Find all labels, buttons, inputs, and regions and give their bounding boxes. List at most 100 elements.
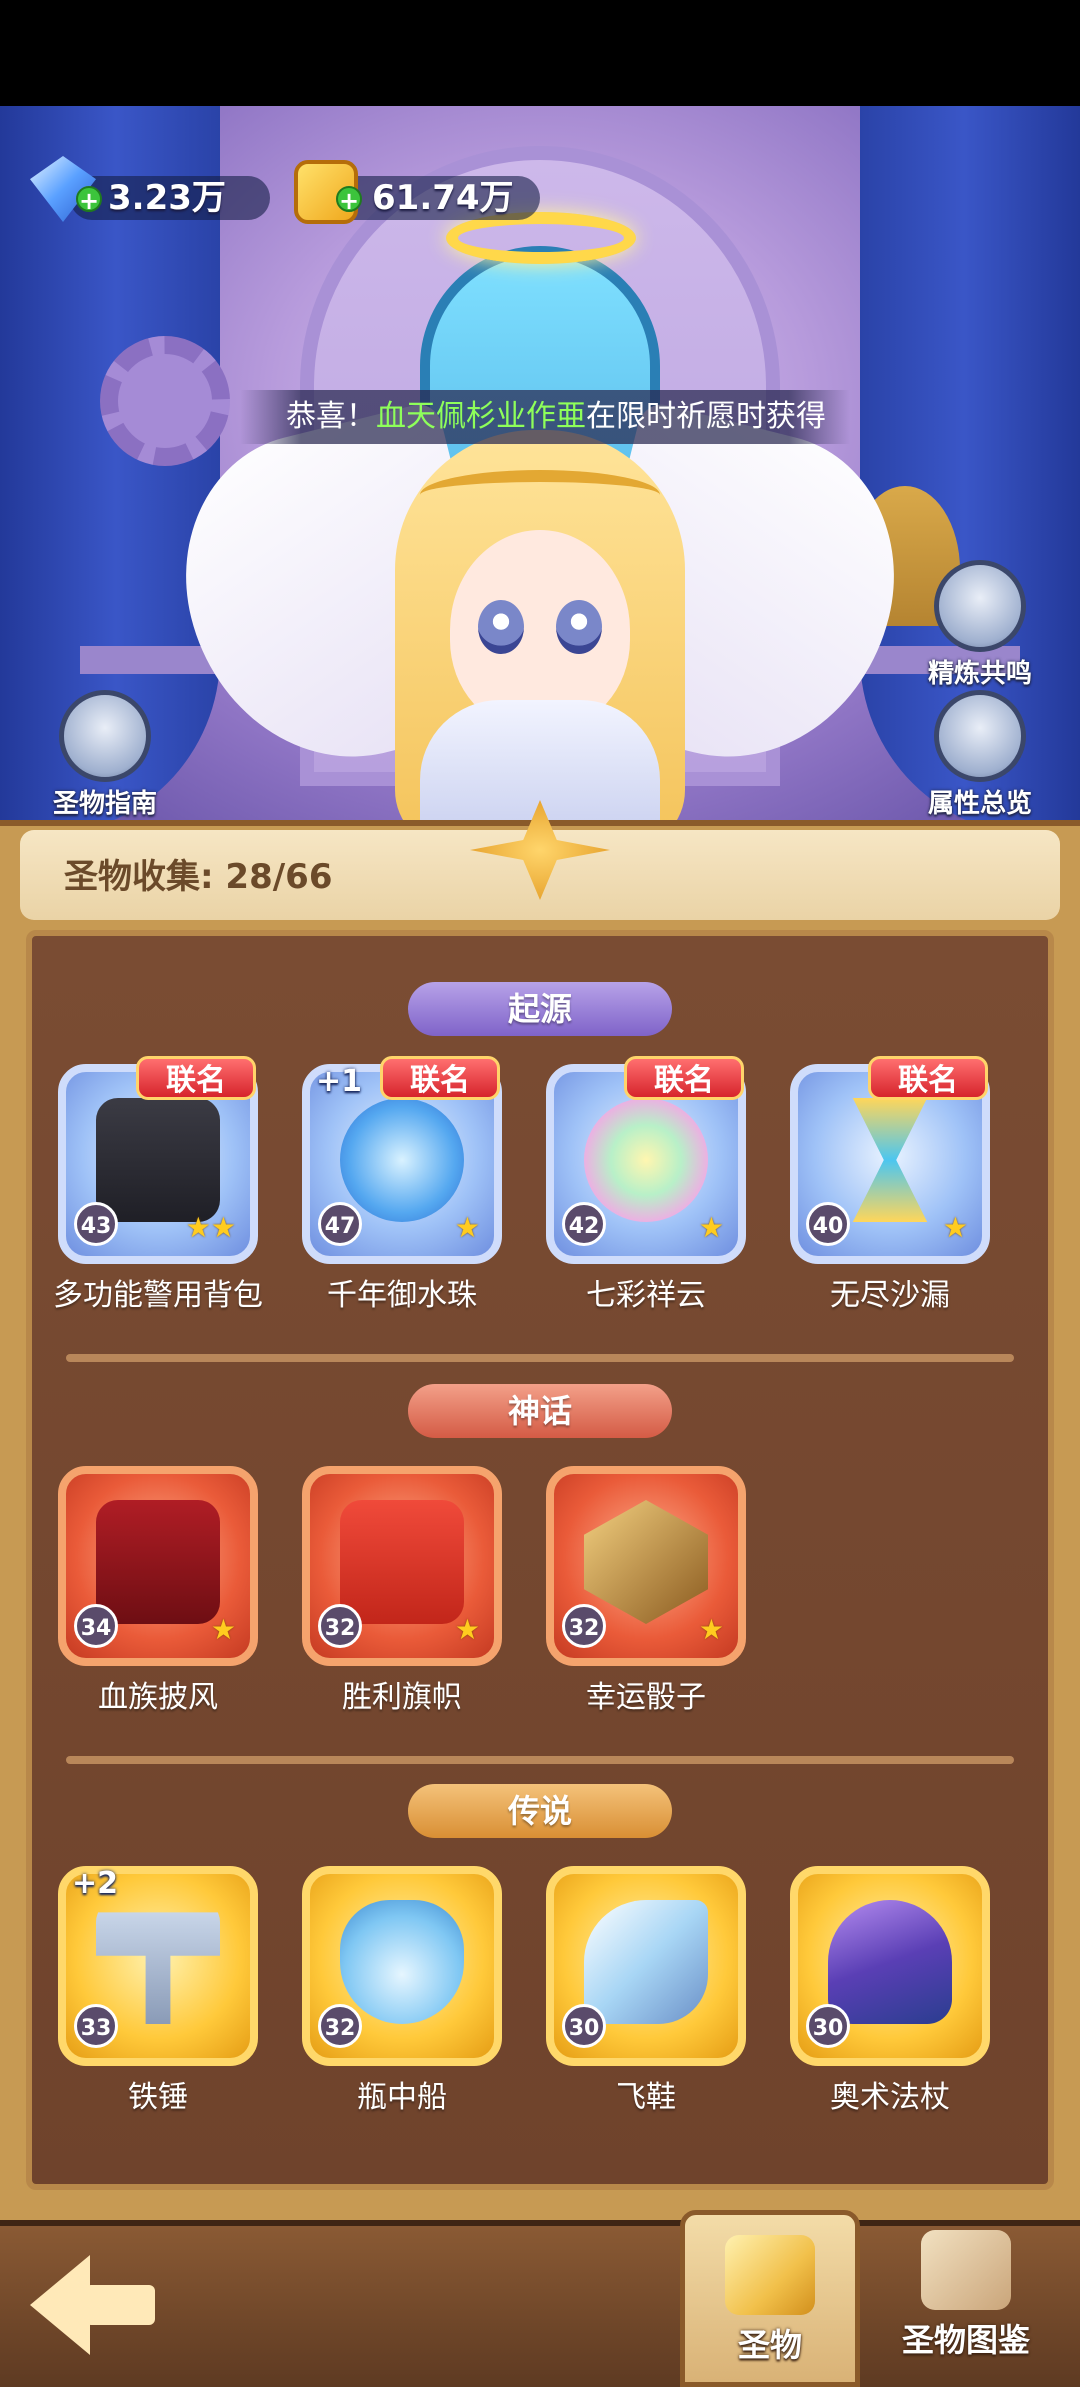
relic-level: 30 xyxy=(562,2004,606,2048)
enhance-level: +1 xyxy=(316,1064,363,1099)
relic-stars: ★ xyxy=(698,1211,724,1244)
book-icon xyxy=(921,2230,1011,2310)
section-divider xyxy=(66,1756,1014,1764)
angel-eye-left xyxy=(478,600,524,654)
gem-amount: 3.23万 xyxy=(108,178,226,218)
water-orb-icon xyxy=(340,1098,464,1222)
relic-name: 飞鞋 xyxy=(616,2080,676,2115)
relic-card-frame: +1 联名 47 ★ xyxy=(302,1056,502,1264)
relic-name: 七彩祥云 xyxy=(586,1278,706,1313)
relic-card-frame: 32 xyxy=(302,1866,502,2066)
collab-badge: 联名 xyxy=(136,1056,256,1100)
collab-badge: 联名 xyxy=(868,1056,988,1100)
relic-stars: ★ xyxy=(210,1613,236,1646)
arcane-staff-icon xyxy=(828,1900,952,2024)
relic-card[interactable]: 联名 42 ★ 七彩祥云 xyxy=(546,1056,746,1316)
relic-level: 43 xyxy=(74,1202,118,1246)
relic-stars: ★★ xyxy=(185,1211,236,1244)
relic-card[interactable]: 联名 43 ★★ 多功能警用背包 xyxy=(53,1056,263,1316)
compass-star-icon xyxy=(934,560,1026,652)
section-origin-title: 起源 xyxy=(408,982,672,1036)
relic-card[interactable]: 32 瓶中船 xyxy=(302,1866,502,2118)
relic-stars: ★ xyxy=(698,1613,724,1646)
horn-icon xyxy=(725,2235,815,2315)
hammer-icon xyxy=(96,1912,220,2024)
relic-name: 胜利旗帜 xyxy=(342,1680,462,1715)
add-gems-icon[interactable]: + xyxy=(76,186,102,214)
relic-card-frame: 30 xyxy=(546,1866,746,2066)
ship-bottle-icon xyxy=(340,1900,464,2024)
marquee-player: 血天佩杉业作亜 xyxy=(376,399,586,434)
winged-boot-icon xyxy=(584,1900,708,2024)
tab-relics-label: 圣物 xyxy=(737,2326,802,2364)
section-divider xyxy=(66,1354,1014,1362)
status-bar xyxy=(0,0,1080,106)
relic-card[interactable]: 30 飞鞋 xyxy=(546,1866,746,2118)
relic-name: 奥术法杖 xyxy=(830,2080,950,2115)
tab-relic-codex-label: 圣物图鉴 xyxy=(901,2321,1030,2359)
banner-icon xyxy=(340,1500,464,1624)
laurel-crown xyxy=(420,470,660,520)
relic-card-frame: 联名 43 ★★ xyxy=(58,1056,258,1264)
section-myth-title: 神话 xyxy=(408,1384,672,1438)
relic-card[interactable]: 30 奥术法杖 xyxy=(790,1866,990,2118)
relic-card[interactable]: +2 33 铁锤 xyxy=(58,1866,258,2118)
relic-level: 32 xyxy=(562,1604,606,1648)
collab-badge: 联名 xyxy=(624,1056,744,1100)
relic-name: 瓶中船 xyxy=(357,2080,447,2115)
collab-badge: 联名 xyxy=(380,1056,500,1100)
announcement-marquee: 恭喜！血天佩杉业作亜在限时祈愿时获得 xyxy=(240,390,850,444)
gold-amount: 61.74万 xyxy=(372,178,514,218)
relic-name: 铁锤 xyxy=(128,2080,188,2115)
marquee-suffix: 在限时祈愿时获得 xyxy=(586,399,826,434)
relic-level: 33 xyxy=(74,2004,118,2048)
hat-icon xyxy=(59,690,151,782)
add-gold-icon[interactable]: + xyxy=(336,186,362,214)
dice-icon xyxy=(584,1500,708,1624)
relic-card[interactable]: 联名 40 ★ 无尽沙漏 xyxy=(790,1056,990,1316)
relic-name: 幸运骰子 xyxy=(586,1680,706,1715)
back-arrow-shaft xyxy=(85,2285,155,2325)
relic-card-frame: +2 33 xyxy=(58,1866,258,2066)
back-arrow-icon xyxy=(30,2255,90,2355)
angel-eye-right xyxy=(556,600,602,654)
attribute-overview-button[interactable]: 属性总览 xyxy=(905,690,1055,820)
relic-card-frame: 联名 42 ★ xyxy=(546,1056,746,1264)
back-button[interactable] xyxy=(30,2255,160,2355)
relic-name: 多功能警用背包 xyxy=(53,1278,263,1313)
relic-card-frame: 30 xyxy=(790,1866,990,2066)
relic-guide-button[interactable]: 圣物指南 xyxy=(30,690,180,820)
relic-level: 34 xyxy=(74,1604,118,1648)
marquee-prefix: 恭喜！ xyxy=(286,399,376,434)
refine-resonance-label: 精炼共鸣 xyxy=(927,659,1032,689)
relic-card-frame: 32 ★ xyxy=(302,1466,502,1666)
enhance-level: +2 xyxy=(72,1866,119,1901)
relic-level: 32 xyxy=(318,2004,362,2048)
rainbow-cloud-icon xyxy=(584,1098,708,1222)
relic-card[interactable]: 34 ★ 血族披风 xyxy=(58,1466,258,1718)
gear-decoration xyxy=(100,336,230,466)
relic-card[interactable]: 32 ★ 幸运骰子 xyxy=(546,1466,746,1718)
relic-card-frame: 32 ★ xyxy=(546,1466,746,1666)
relic-level: 47 xyxy=(318,1202,362,1246)
relic-card-frame: 联名 40 ★ xyxy=(790,1056,990,1264)
collection-count: 圣物收集: 28/66 xyxy=(64,857,333,897)
relic-card-frame: 34 ★ xyxy=(58,1466,258,1666)
tab-relics[interactable]: 圣物 xyxy=(680,2210,860,2387)
relic-stars: ★ xyxy=(942,1211,968,1244)
relic-name: 千年御水珠 xyxy=(327,1278,477,1313)
relic-level: 32 xyxy=(318,1604,362,1648)
tab-relic-codex[interactable]: 圣物图鉴 xyxy=(876,2210,1056,2387)
relic-name: 血族披风 xyxy=(98,1680,218,1715)
relic-level: 42 xyxy=(562,1202,606,1246)
relic-name: 无尽沙漏 xyxy=(830,1278,950,1313)
refine-resonance-button[interactable]: 精炼共鸣 xyxy=(905,560,1055,690)
backpack-icon xyxy=(96,1098,220,1222)
relic-stars: ★ xyxy=(454,1613,480,1646)
relic-guide-label: 圣物指南 xyxy=(52,789,157,819)
relic-card[interactable]: +1 联名 47 ★ 千年御水珠 xyxy=(302,1056,502,1316)
relic-stars: ★ xyxy=(454,1211,480,1244)
relic-card[interactable]: 32 ★ 胜利旗帜 xyxy=(302,1466,502,1718)
cape-icon xyxy=(96,1500,220,1624)
relic-level: 30 xyxy=(806,2004,850,2048)
